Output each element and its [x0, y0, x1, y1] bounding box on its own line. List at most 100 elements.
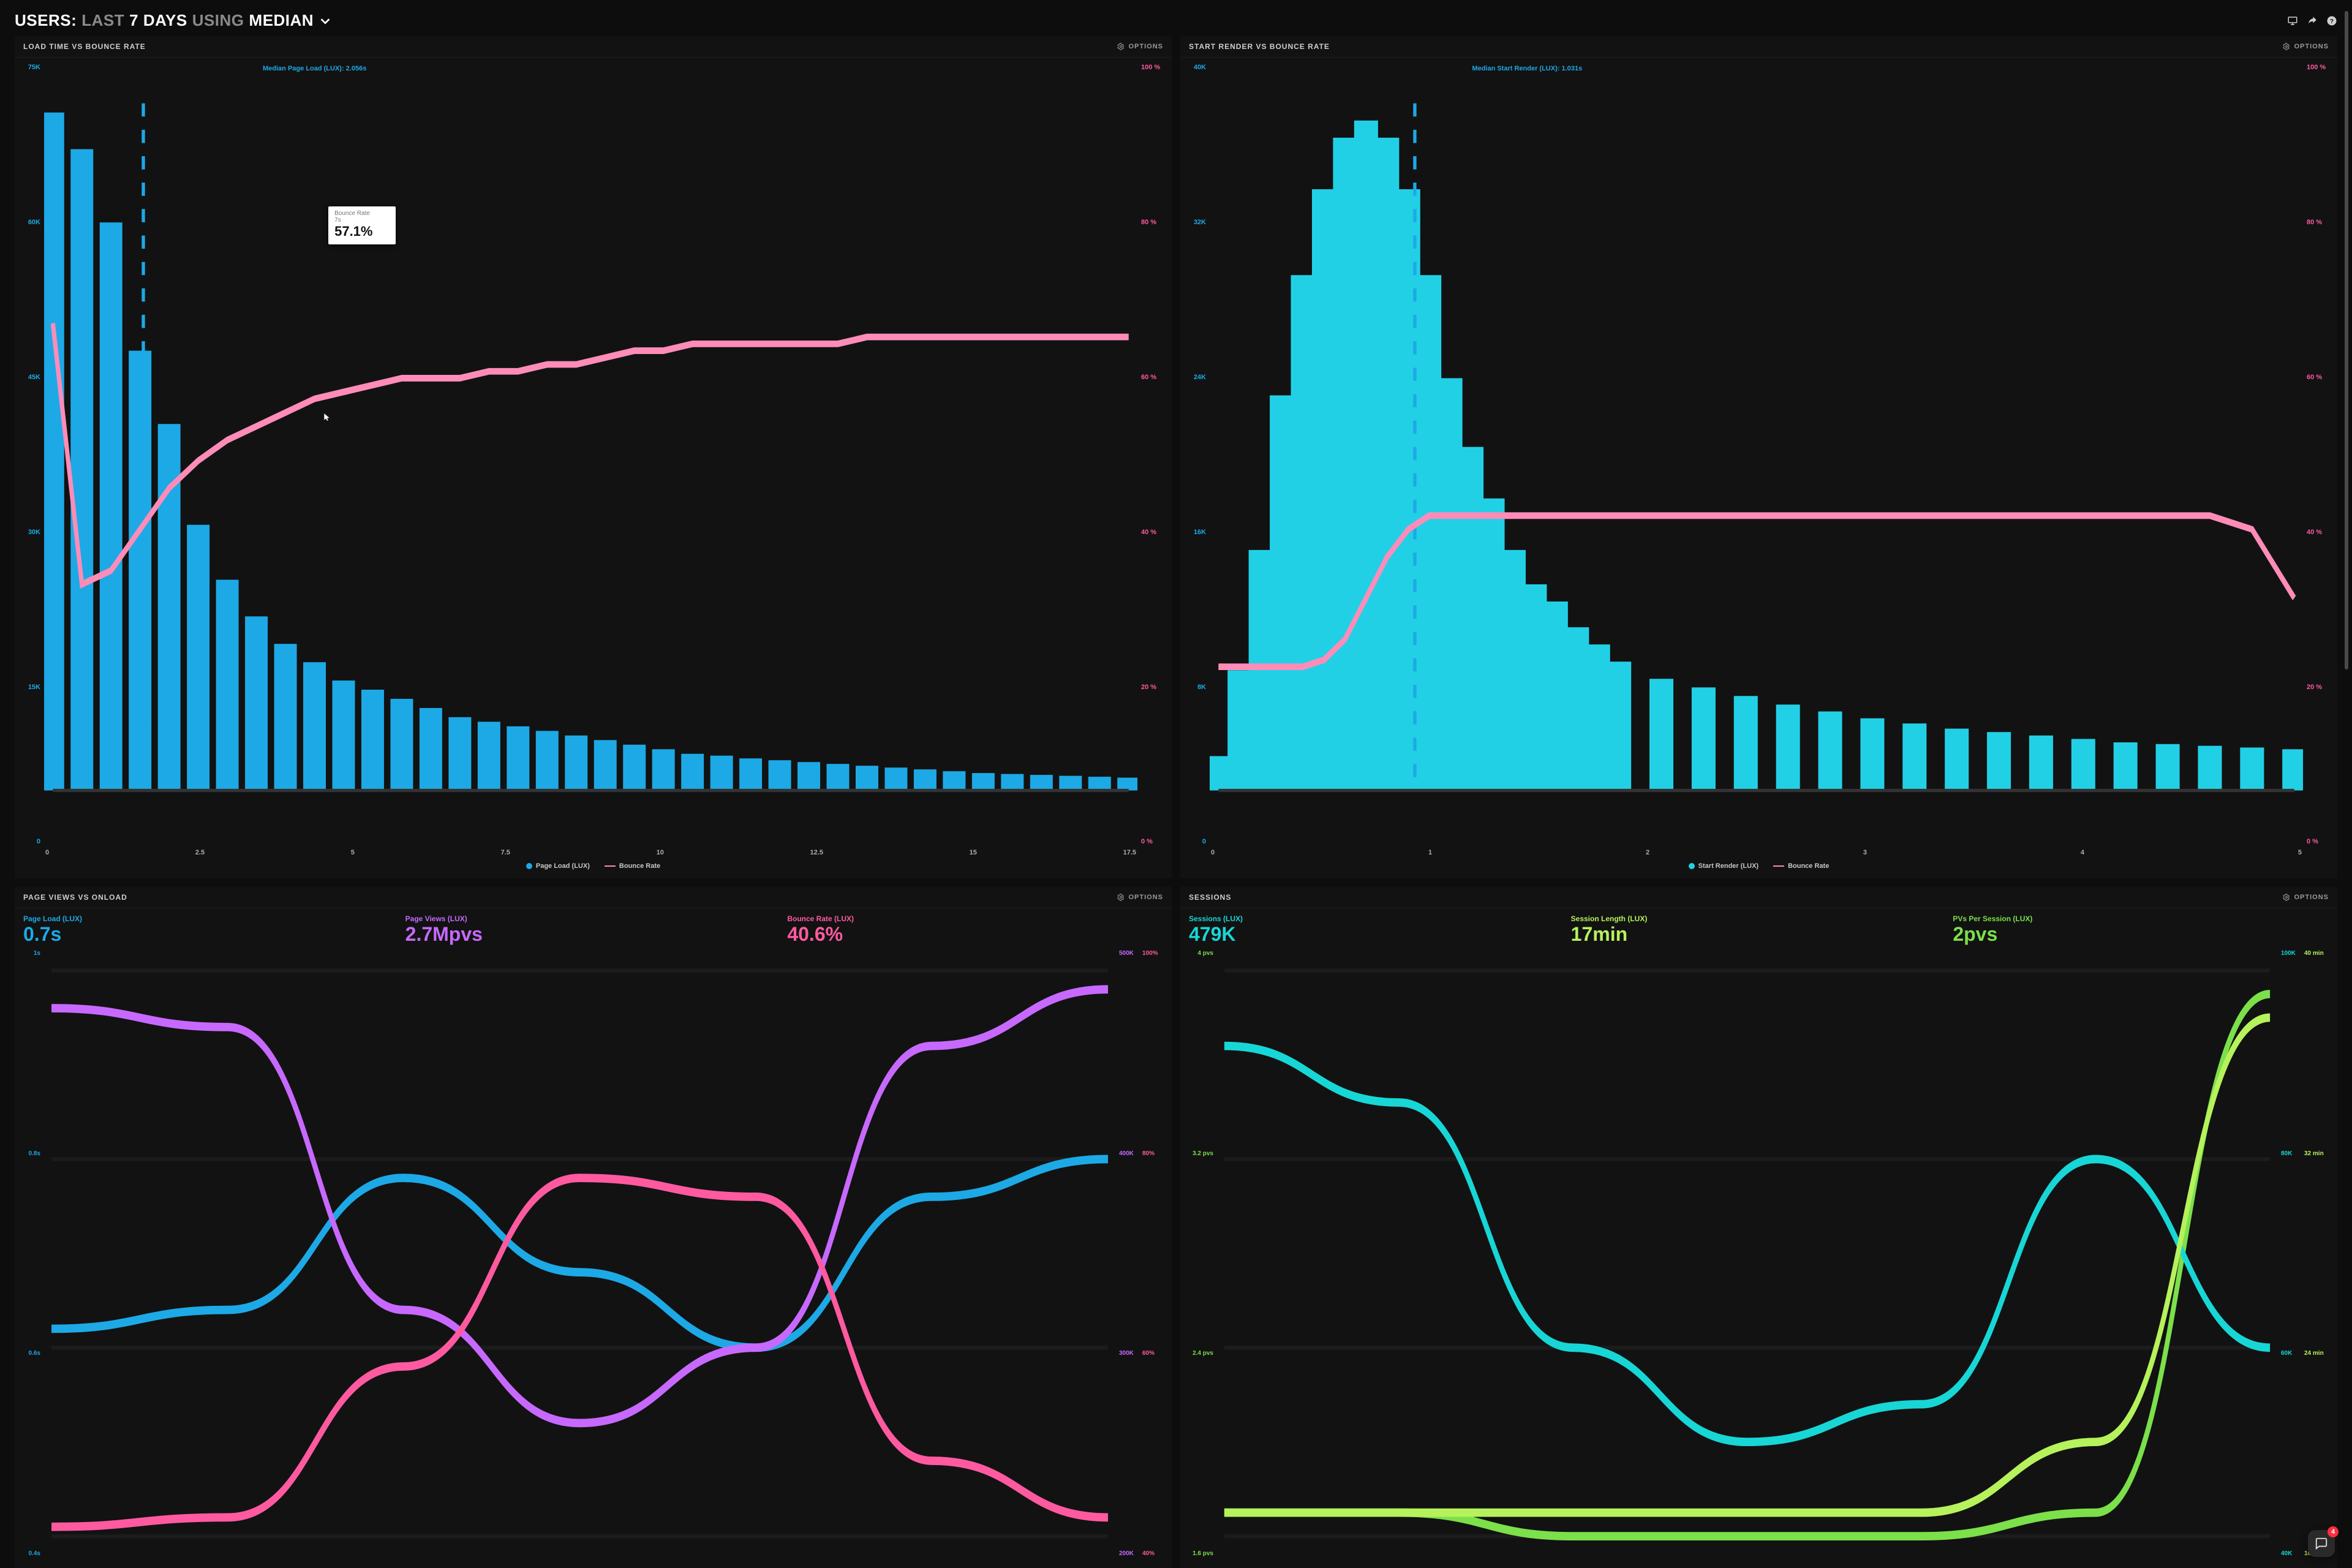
- help-icon[interactable]: ?: [2326, 15, 2337, 26]
- ytick: 400K: [1119, 1150, 1140, 1157]
- median-annotation: Median Page Load (LUX): 2.056s: [263, 65, 366, 72]
- chat-button[interactable]: 4: [2308, 1530, 2335, 1557]
- panel-body: Sessions (LUX) 479K Session Length (LUX)…: [1180, 908, 2337, 1568]
- y-axis-right-min: 40 min 32 min 24 min 16 min: [2302, 948, 2329, 1559]
- xtick: 5: [351, 849, 355, 856]
- panel-header: LOAD TIME VS BOUNCE RATE OPTIONS: [15, 36, 1172, 58]
- panel-title: START RENDER VS BOUNCE RATE: [1189, 42, 1330, 51]
- plot-load-bounce[interactable]: Median Page Load (LUX): 2.056s Bounce Ra…: [44, 64, 1137, 856]
- ytick: 60 %: [1141, 374, 1163, 381]
- kpi-value: 2.7Mpvs: [405, 924, 782, 944]
- kpi-label: Sessions (LUX): [1189, 914, 1565, 923]
- kpi-value: 0.7s: [23, 924, 399, 944]
- ytick: 40K: [1189, 64, 1206, 71]
- kpi-row: Sessions (LUX) 479K Session Length (LUX)…: [1189, 914, 2329, 948]
- ytick: 60K: [2281, 1350, 2302, 1357]
- panel-render-bounce: START RENDER VS BOUNCE RATE OPTIONS 40K …: [1180, 36, 2337, 878]
- ytick: 15K: [23, 684, 40, 691]
- legend-item-line[interactable]: Bounce Rate: [605, 862, 660, 870]
- y-axis-left: 4 pvs 3.2 pvs 2.4 pvs 1.6 pvs: [1189, 948, 1216, 1559]
- y-axis-left: 1s 0.8s 0.6s 0.4s: [23, 948, 43, 1559]
- ytick: 20 %: [1141, 684, 1163, 691]
- y-axis-right-pv: 500K 400K 300K 200K: [1117, 948, 1140, 1559]
- panel-body: Page Load (LUX) 0.7s Page Views (LUX) 2.…: [15, 908, 1172, 1568]
- ytick: 100K: [2281, 950, 2302, 957]
- cursor-icon: [323, 413, 331, 421]
- legend-item-bar[interactable]: Page Load (LUX): [526, 862, 590, 870]
- kpi-page-load[interactable]: Page Load (LUX) 0.7s: [23, 914, 399, 944]
- page-title[interactable]: USERS: LAST 7 DAYS USING MEDIAN: [15, 11, 332, 30]
- panel-title: LOAD TIME VS BOUNCE RATE: [23, 42, 146, 51]
- plot-render-bounce[interactable]: Median Start Render (LUX): 1.031s 0 1 2 …: [1210, 64, 2303, 856]
- kpi-pvs-per-session[interactable]: PVs Per Session (LUX) 2pvs: [1953, 914, 2329, 944]
- ytick: 16K: [1189, 529, 1206, 536]
- ytick: 8K: [1189, 684, 1206, 691]
- panel-header: SESSIONS OPTIONS: [1180, 887, 2337, 908]
- xtick: 10: [657, 849, 664, 856]
- legend-item-line[interactable]: Bounce Rate: [1773, 862, 1829, 870]
- kpi-page-views[interactable]: Page Views (LUX) 2.7Mpvs: [405, 914, 782, 944]
- share-icon[interactable]: [2307, 15, 2318, 26]
- title-range: 7 DAYS: [129, 11, 187, 30]
- kpi-value: 40.6%: [787, 924, 1163, 944]
- legend-label: Start Render (LUX): [1698, 862, 1758, 870]
- kpi-bounce-rate[interactable]: Bounce Rate (LUX) 40.6%: [787, 914, 1163, 944]
- options-label: OPTIONS: [1128, 894, 1163, 901]
- panel-header: START RENDER VS BOUNCE RATE OPTIONS: [1180, 36, 2337, 58]
- kpi-value: 479K: [1189, 924, 1565, 944]
- ytick: 100 %: [2307, 64, 2329, 71]
- ytick: 60 %: [2307, 374, 2329, 381]
- ytick: 60K: [23, 219, 40, 226]
- options-button[interactable]: OPTIONS: [2283, 43, 2329, 50]
- ytick: 0.4s: [23, 1550, 40, 1557]
- panel-sessions: SESSIONS OPTIONS Sessions (LUX) 479K Ses…: [1180, 887, 2337, 1568]
- chevron-down-icon[interactable]: [318, 14, 332, 28]
- kpi-value: 2pvs: [1953, 924, 2329, 944]
- x-axis: 0 1 2 3 4 5: [1210, 846, 2303, 856]
- ytick: 0 %: [1141, 838, 1163, 845]
- ytick: 0.6s: [23, 1350, 40, 1357]
- median-annotation: Median Start Render (LUX): 1.031s: [1472, 65, 1582, 72]
- panel-header: PAGE VIEWS VS ONLOAD OPTIONS: [15, 887, 1172, 908]
- ytick: 0: [1189, 838, 1206, 845]
- ytick: 2.4 pvs: [1189, 1350, 1213, 1357]
- gear-icon: [1117, 43, 1125, 50]
- x-axis: 0 2.5 5 7.5 10 12.5 15 17.5: [44, 846, 1137, 856]
- ytick: 45K: [23, 374, 40, 381]
- ytick: 24K: [1189, 374, 1206, 381]
- options-button[interactable]: OPTIONS: [1117, 894, 1163, 901]
- ytick: 40 %: [2307, 529, 2329, 536]
- scrollbar[interactable]: [2345, 11, 2348, 669]
- options-label: OPTIONS: [2294, 43, 2329, 50]
- ytick: 300K: [1119, 1350, 1140, 1357]
- kpi-row: Page Load (LUX) 0.7s Page Views (LUX) 2.…: [23, 914, 1163, 948]
- xtick: 3: [1863, 849, 1867, 856]
- options-button[interactable]: OPTIONS: [1117, 43, 1163, 50]
- legend-item-bar[interactable]: Start Render (LUX): [1689, 862, 1758, 870]
- ytick: 80%: [1142, 1150, 1163, 1157]
- options-button[interactable]: OPTIONS: [2283, 894, 2329, 901]
- y-axis-right: 100 % 80 % 60 % 40 % 20 % 0 %: [1137, 64, 1163, 856]
- gear-icon: [1117, 894, 1125, 901]
- ytick: 100%: [1142, 950, 1163, 957]
- xtick: 5: [2298, 849, 2302, 856]
- ytick: 200K: [1119, 1550, 1140, 1557]
- kpi-sessions[interactable]: Sessions (LUX) 479K: [1189, 914, 1565, 944]
- tooltip-value: 57.1%: [334, 224, 390, 239]
- ytick: 75K: [23, 64, 40, 71]
- legend-label: Page Load (LUX): [536, 862, 590, 870]
- xtick: 0: [45, 849, 49, 856]
- xtick: 0: [1211, 849, 1215, 856]
- ytick: 40 %: [1141, 529, 1163, 536]
- kpi-label: PVs Per Session (LUX): [1953, 914, 2329, 923]
- xtick: 1: [1428, 849, 1432, 856]
- kpi-session-length[interactable]: Session Length (LUX) 17min: [1571, 914, 1947, 944]
- ytick: 40%: [1142, 1550, 1163, 1557]
- plot-sessions[interactable]: [1216, 948, 2278, 1559]
- title-prefix: USERS:: [15, 11, 77, 30]
- ytick: 40K: [2281, 1550, 2302, 1557]
- ytick: 80 %: [2307, 219, 2329, 226]
- plot-pv-onload[interactable]: [43, 948, 1117, 1559]
- monitor-icon[interactable]: [2287, 15, 2298, 26]
- kpi-label: Page Load (LUX): [23, 914, 399, 923]
